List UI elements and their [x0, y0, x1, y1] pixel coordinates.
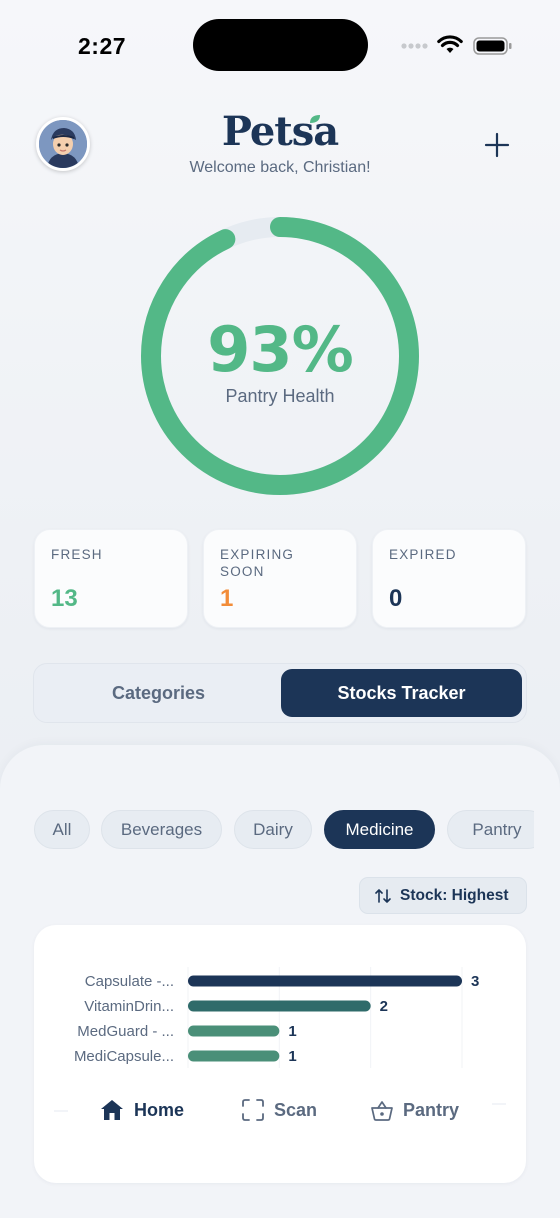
chip-beverages[interactable]: Beverages — [101, 810, 222, 849]
sort-arrows-icon — [375, 889, 391, 903]
basket-icon — [371, 1101, 393, 1121]
chip-medicine[interactable]: Medicine — [324, 810, 435, 849]
status-time: 2:27 — [78, 33, 127, 59]
home-icon — [101, 1100, 123, 1120]
stat-card-expired[interactable]: EXPIRED 0 — [372, 529, 526, 628]
health-percent: 93% — [207, 313, 353, 386]
scan-icon — [242, 1099, 264, 1121]
tab-categories[interactable]: Categories — [38, 669, 279, 717]
chart-value-label: 1 — [288, 1023, 296, 1040]
chip-dairy[interactable]: Dairy — [234, 810, 312, 849]
health-label: Pantry Health — [225, 386, 335, 406]
sort-button[interactable]: Stock: Highest — [359, 877, 527, 914]
welcome-message: Welcome back, Christian! — [189, 159, 371, 176]
nav-pantry[interactable]: Pantry — [370, 1092, 480, 1128]
chart-value-label: 1 — [288, 1048, 296, 1065]
nav-scan[interactable]: Scan — [241, 1092, 341, 1128]
stat-card-expiring-soon[interactable]: EXPIRING SOON 1 — [203, 529, 357, 628]
chart-bar[interactable] — [188, 1050, 280, 1062]
nav-scan-label: Scan — [274, 1100, 318, 1120]
stat-value: 0 — [389, 585, 403, 612]
chart-bar[interactable] — [188, 975, 462, 987]
cellular-signal-icon — [401, 43, 428, 49]
chart-category-label: VitaminDrin... — [84, 998, 174, 1015]
nav-divider — [54, 1110, 68, 1112]
chart-category-label: MediCapsule... — [74, 1048, 174, 1065]
stat-value: 1 — [220, 585, 234, 612]
chip-all[interactable]: All — [34, 810, 90, 849]
dynamic-island — [193, 19, 368, 71]
nav-home-label: Home — [134, 1100, 185, 1120]
chip-pantry[interactable]: Pantry — [447, 810, 534, 849]
nav-divider — [492, 1103, 506, 1105]
chart-category-label: Capsulate -... — [85, 973, 174, 990]
bottom-navigation: Home Scan Pantry — [34, 1092, 526, 1128]
chart-category-label: MedGuard - ... — [77, 1023, 174, 1040]
stock-chart-card: Capsulate -... 3 VitaminDrin... 2 MedGuard -… — [34, 925, 526, 1183]
tab-stocks-tracker[interactable]: Stocks Tracker — [281, 669, 522, 717]
chart-bar[interactable] — [188, 1000, 371, 1012]
category-filter-chips: All Beverages Dairy Medicine Pantry — [34, 810, 534, 850]
stat-card-fresh[interactable]: FRESH 13 — [34, 529, 188, 628]
add-item-button[interactable] — [479, 127, 515, 163]
sort-label: Stock: Highest — [400, 887, 509, 904]
chart-value-label: 2 — [380, 998, 388, 1015]
stock-bar-chart: Capsulate -... 3 VitaminDrin... 2 MedGuard -… — [74, 967, 479, 1068]
battery-icon — [473, 37, 512, 55]
chart-bar[interactable] — [188, 1025, 280, 1037]
nav-pantry-label: Pantry — [403, 1100, 460, 1120]
wifi-icon — [437, 35, 463, 53]
view-segmented-control: Categories Stocks Tracker — [33, 663, 527, 723]
nav-home[interactable]: Home — [100, 1092, 200, 1128]
leaf-icon — [310, 115, 320, 123]
stat-value: 13 — [51, 585, 78, 612]
status-bar: 2:27 — [0, 0, 560, 92]
stat-title: FRESH — [51, 547, 103, 562]
stat-title: EXPIRED — [389, 547, 457, 562]
chart-value-label: 3 — [471, 973, 479, 990]
brand-logo: Petsa — [221, 108, 339, 155]
stat-title: EXPIRING SOON — [220, 547, 295, 579]
